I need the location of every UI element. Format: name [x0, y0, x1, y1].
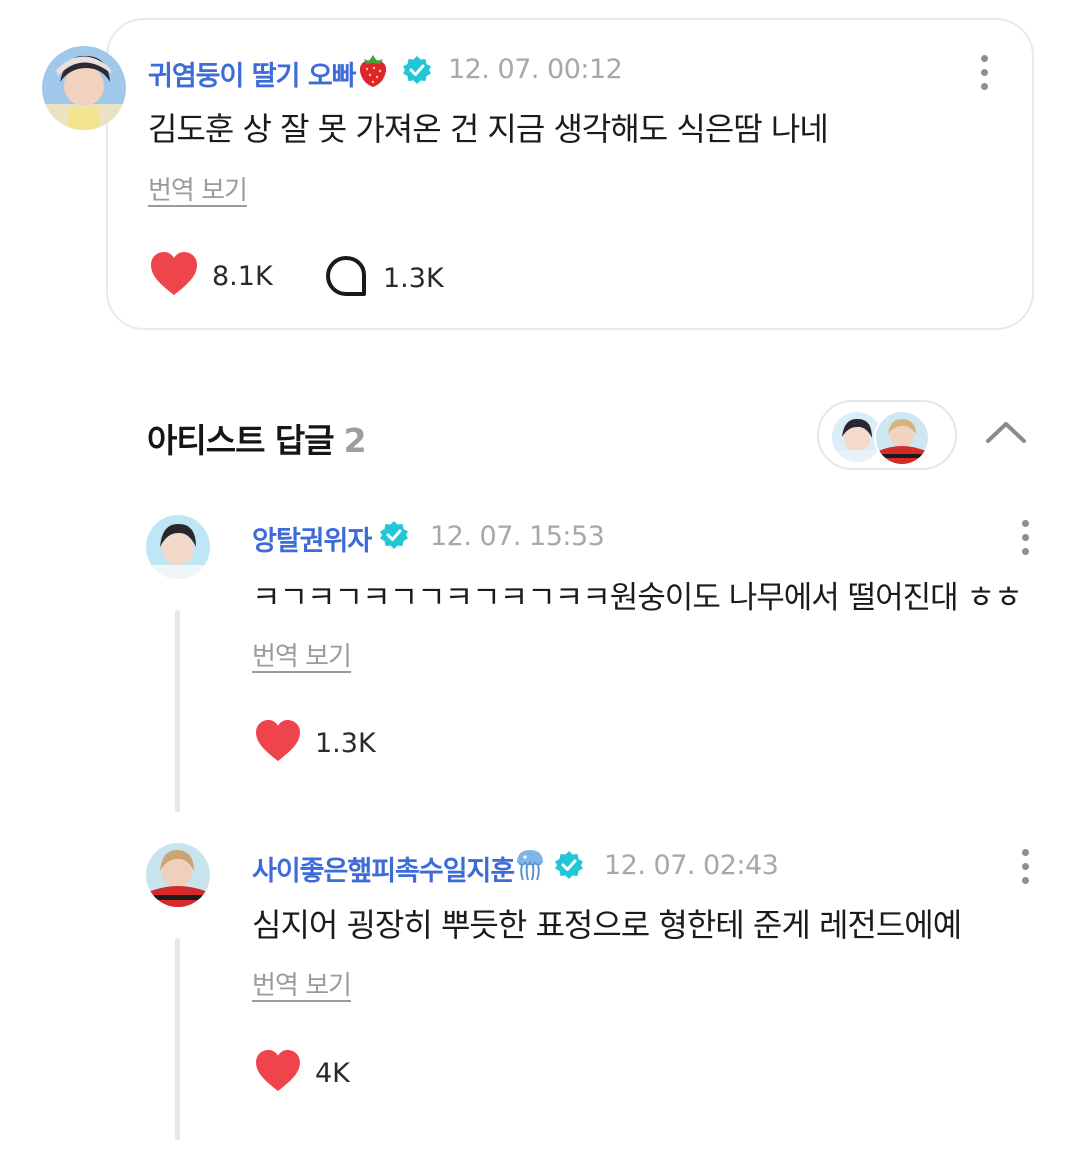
reply-1-text: ㅋㄱㅋㄱㅋㄱㄱㅋㄱㅋㄱㅋㅋ원숭이도 나무에서 떨어진대 ㅎㅎ	[252, 580, 1023, 616]
reply-2-author[interactable]: 사이좋은햎피촉수일지훈	[252, 848, 584, 889]
reply-1-time: 12. 07. 15:53	[430, 521, 605, 552]
reply-2-more-icon[interactable]	[1022, 849, 1029, 884]
artist-replies-count: 2	[343, 421, 367, 460]
like-count: 8.1K	[212, 260, 273, 292]
artist-replies-header: 아티스트 답글 2	[147, 414, 367, 462]
heart-icon	[255, 720, 301, 766]
reply-2-avatar[interactable]	[146, 843, 210, 907]
reply-1-avatar[interactable]	[146, 515, 210, 579]
like-count: 1.3K	[315, 727, 376, 759]
strawberry-emoji-icon	[356, 52, 390, 95]
heart-icon	[255, 1050, 301, 1096]
jellyfish-emoji-icon	[514, 848, 546, 889]
reply-2-time: 12. 07. 02:43	[604, 850, 779, 881]
reply-2-like-button[interactable]: 4K	[255, 1050, 350, 1096]
reply-1-translate-link[interactable]: 번역 보기	[252, 636, 352, 673]
reply-2-translate-link[interactable]: 번역 보기	[252, 965, 352, 1002]
main-comment-avatar[interactable]	[42, 46, 126, 130]
main-comment-time: 12. 07. 00:12	[448, 54, 623, 85]
reply-1-author[interactable]: 앙탈권위자	[252, 519, 409, 558]
reply-1-more-icon[interactable]	[1022, 520, 1029, 555]
main-comment-text: 김도훈 상 잘 못 가져온 건 지금 생각해도 식은땀 나네	[148, 110, 829, 148]
reply-2-thread-line	[175, 938, 180, 1140]
artist-replies-title: 아티스트 답글	[147, 421, 335, 460]
author-name: 귀염둥이 딸기 오빠	[148, 61, 357, 92]
reply-2-text: 심지어 굉장히 뿌듯한 표정으로 형한테 준게 레전드에예	[252, 906, 962, 944]
verified-badge-icon	[379, 520, 409, 557]
collapse-chevron-up-icon[interactable]	[985, 420, 1027, 448]
main-comment-translate-link[interactable]: 번역 보기	[148, 170, 248, 207]
reply-1-thread-line	[175, 610, 180, 812]
author-name: 사이좋은햎피촉수일지훈	[252, 856, 515, 887]
author-name: 앙탈권위자	[252, 526, 372, 557]
reply-1-like-button[interactable]: 1.3K	[255, 720, 376, 766]
speech-bubble-icon	[325, 255, 367, 301]
main-comment-like-button[interactable]: 8.1K	[150, 252, 273, 300]
main-comment-more-icon[interactable]	[981, 55, 988, 90]
verified-badge-icon	[402, 55, 432, 92]
main-comment-author[interactable]: 귀염둥이 딸기 오빠	[148, 52, 432, 95]
reply-count: 1.3K	[383, 262, 444, 294]
main-comment-reply-button[interactable]: 1.3K	[325, 255, 444, 301]
heart-icon	[150, 252, 198, 300]
like-count: 4K	[315, 1057, 350, 1089]
verified-badge-icon	[554, 850, 584, 887]
artist-avatar-2	[874, 410, 930, 466]
